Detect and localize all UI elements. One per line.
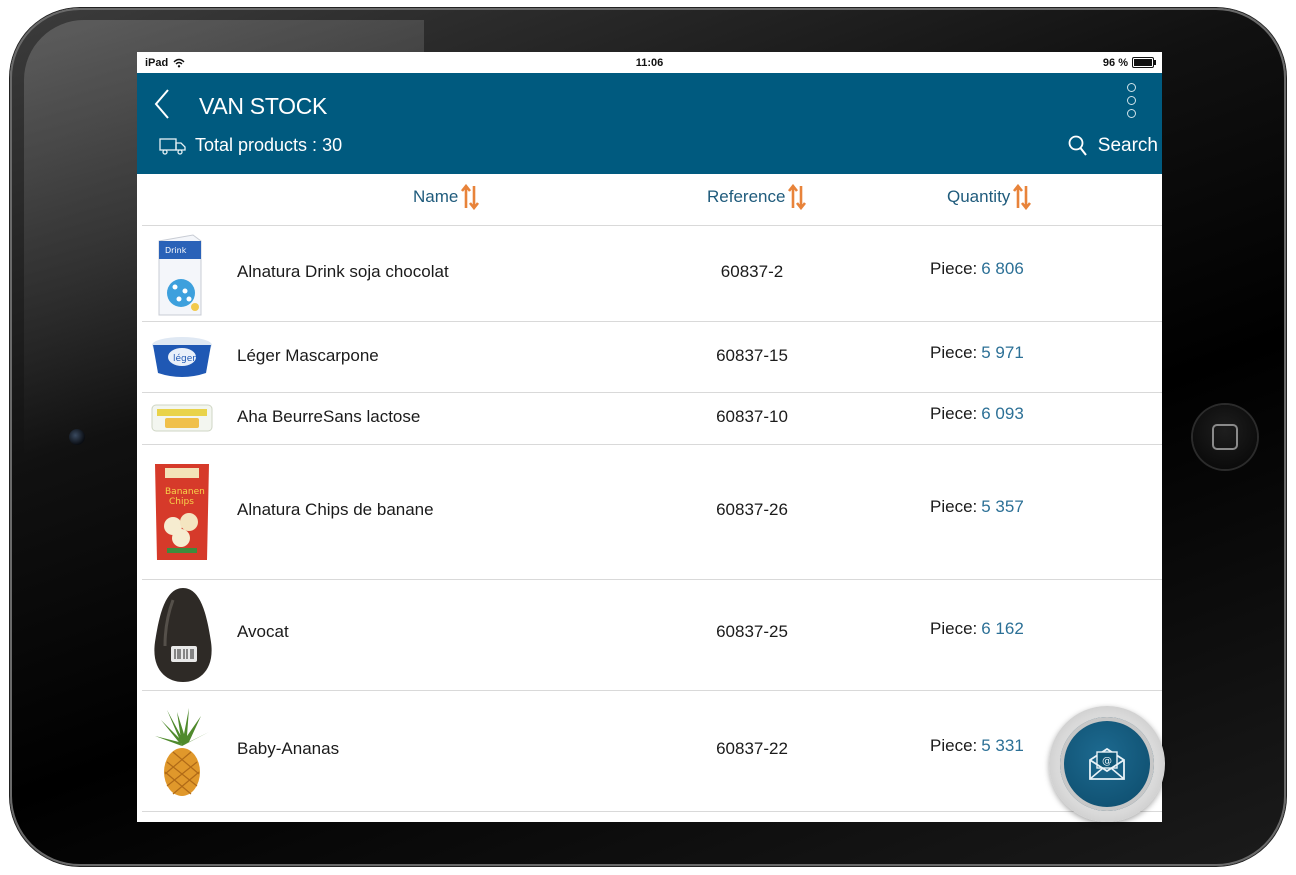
table-header: Name Reference Quantity [142,174,1162,226]
qty-value: 5 971 [981,343,1024,362]
svg-text:léger: léger [173,353,196,364]
mascarpone-tub-icon: léger [150,334,214,380]
total-products: Total products : 30 [159,135,342,156]
sort-by-quantity[interactable]: Quantity [947,184,1032,210]
qty-prefix: Piece: [930,497,978,516]
qty-prefix: Piece: [930,404,978,423]
product-reference: 60837-22 [716,739,788,758]
product-name: Aha BeurreSans lactose [237,407,421,426]
product-name: Avocat [237,622,289,641]
product-thumbnail-icon [150,817,214,822]
table-row[interactable]: Drink Alnatura Drink soja chocolat 60837… [142,226,1162,322]
battery-icon [1132,57,1156,68]
qty-value: 6 806 [981,259,1024,278]
product-reference: 60837-10 [716,407,788,426]
product-name: Alnatura Drink soja chocolat [237,262,449,281]
app-header: VAN STOCK Total products : 30 Search [137,73,1162,174]
product-quantity: Piece: 5 331 [930,736,1024,756]
status-bar: iPad 11:06 96 % [137,52,1162,73]
product-quantity: Piece: 5 357 [930,497,1024,517]
column-name-label: Name [413,187,459,206]
sort-icon [788,184,807,210]
product-quantity: Piece: 6 093 [930,404,1024,424]
chips-bag-icon: Bananen Chips [150,459,214,565]
qty-value: 6 093 [981,404,1024,423]
truck-icon [159,137,186,155]
svg-text:Chips: Chips [169,497,194,507]
total-products-label: Total products : 30 [195,135,343,155]
battery-percent: 96 % [1102,56,1128,69]
front-camera [69,429,85,445]
table-row-partial [142,812,1162,822]
qty-prefix: Piece: [930,619,978,638]
table-row[interactable]: Baby-Ananas 60837-22 Piece: 5 331 [142,691,1162,812]
qty-value: 5 331 [981,736,1024,755]
product-quantity: Piece: 6 806 [930,259,1024,279]
svg-text:Drink: Drink [165,246,187,255]
product-name: Alnatura Chips de banane [237,500,434,519]
search-button[interactable]: Search [1068,135,1158,157]
sort-by-reference[interactable]: Reference [707,184,807,210]
screen: iPad 11:06 96 % VAN STOCK Total products… [137,52,1162,822]
butter-box-icon [150,401,214,435]
table-row[interactable]: Aha BeurreSans lactose 60837-10 Piece: 6 … [142,393,1162,445]
device-label: iPad [145,56,169,69]
column-reference-label: Reference [707,187,786,206]
search-label: Search [1097,135,1158,156]
pineapple-icon [150,705,214,799]
qty-prefix: Piece: [930,736,978,755]
home-button[interactable] [1193,405,1257,469]
sort-icon [1013,184,1032,210]
qty-value: 6 162 [981,619,1024,638]
more-options-icon[interactable] [1124,83,1138,123]
product-name: Léger Mascarpone [237,346,379,365]
product-quantity: Piece: 6 162 [930,619,1024,639]
page-title: VAN STOCK [199,93,328,119]
product-quantity: Piece: 5 971 [930,343,1024,363]
avocado-icon [150,586,216,684]
qty-value: 5 357 [981,497,1024,516]
column-quantity-label: Quantity [947,187,1011,206]
table-row[interactable]: léger Léger Mascarpone 60837-15 Piece: 5 … [142,322,1162,393]
svg-text:@: @ [1102,756,1112,767]
product-reference: 60837-25 [716,622,788,641]
wifi-icon [173,58,185,67]
product-reference: 60837-2 [720,262,784,281]
product-name: Baby-Ananas [237,739,340,758]
status-time: 11:06 [635,56,664,69]
qty-prefix: Piece: [930,259,978,278]
product-reference: 60837-26 [716,500,788,519]
sort-by-name[interactable]: Name [413,184,480,210]
email-envelope-icon: @ [1089,747,1125,780]
svg-text:Bananen: Bananen [165,487,205,497]
product-reference: 60837-15 [716,346,788,365]
sort-icon [461,184,480,210]
drink-carton-icon: Drink [150,231,210,317]
back-chevron-icon[interactable] [151,87,175,121]
table-row[interactable]: Bananen Chips Alnatura Chips de banane 6… [142,445,1162,580]
send-email-button[interactable]: @ [1060,717,1154,811]
search-icon [1068,135,1087,156]
qty-prefix: Piece: [930,343,978,362]
table-row[interactable]: Avocat 60837-25 Piece: 6 162 [142,580,1162,691]
